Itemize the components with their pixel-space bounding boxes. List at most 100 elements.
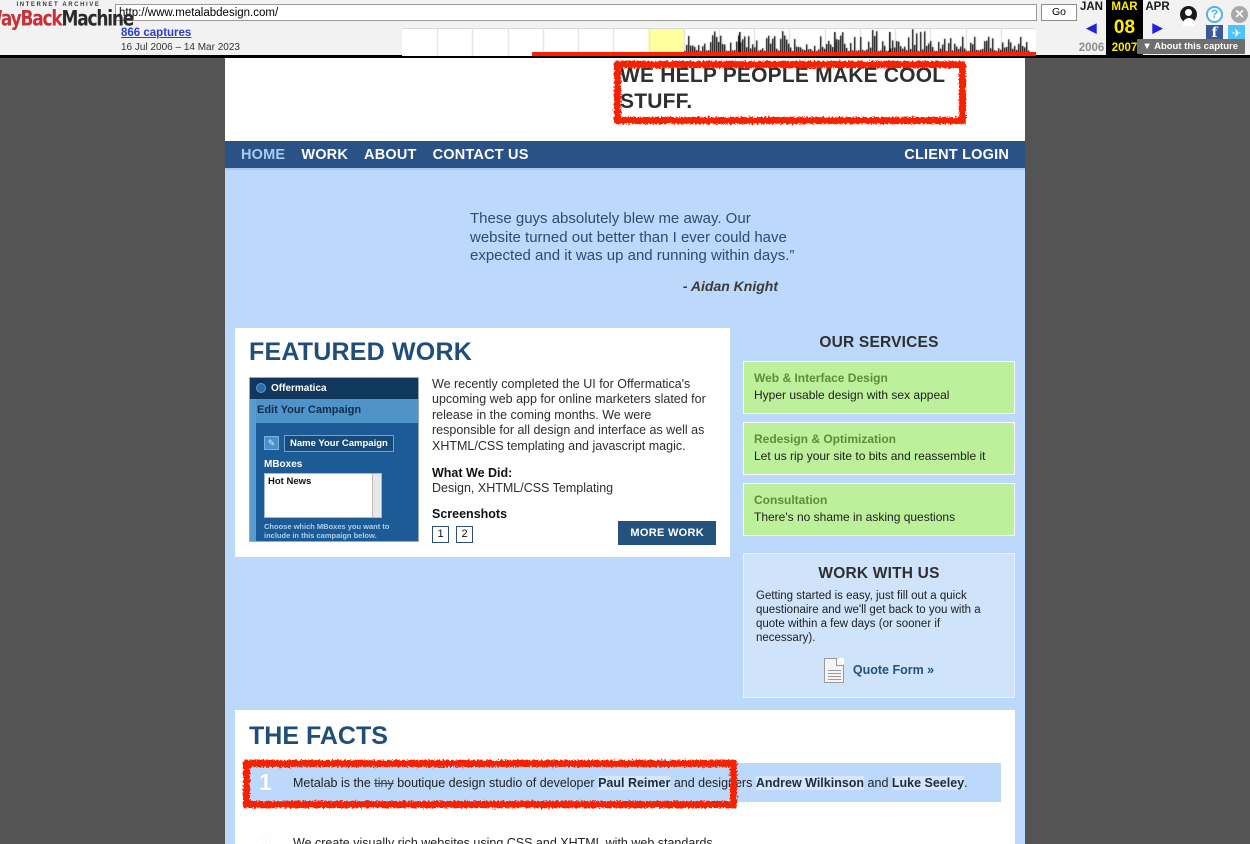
thumb-campaign-field: Name Your Campaign: [284, 434, 394, 452]
hero-section: WE HELP PEOPLE MAKE COOL STUFF.: [225, 58, 1025, 141]
thumb-logo-icon: [256, 383, 266, 393]
quote-form-link-row[interactable]: Quote Form »: [756, 657, 1002, 683]
nav-item-about[interactable]: ABOUT: [364, 147, 417, 163]
fact-text-fragment: Metalab is the: [293, 775, 375, 790]
what-we-did-value: Design, XHTML/CSS Templating: [432, 481, 614, 495]
current-day-label: 08: [1113, 17, 1136, 38]
fact-text-fragment: Paul Reimer: [598, 775, 671, 790]
right-column: OUR SERVICES Web & Interface Design Hype…: [743, 328, 1015, 698]
fact-item: 2 We create visually rich websites using …: [249, 823, 1001, 844]
thumb-form-area: ✎ Name Your Campaign MBoxes Hot News Cho…: [256, 426, 414, 541]
fact-text-fragment: CSS: [506, 835, 533, 844]
account-icon[interactable]: [1180, 6, 1197, 26]
fact-text-fragment: .: [964, 775, 968, 790]
nav-right: CLIENT LOGIN: [904, 146, 1009, 164]
wayback-logo[interactable]: INTERNET ARCHIVE WayBackMachine: [0, 0, 134, 55]
timeline-red-annotation: [532, 52, 1036, 56]
nav-links: HOME WORK ABOUT CONTACT US: [241, 147, 529, 163]
wayback-toolbar: INTERNET ARCHIVE WayBackMachine Go 866 c…: [0, 0, 1250, 58]
fact-text-fragment: Andrew Wilkinson: [755, 775, 865, 790]
fact-text-fragment: Luke Seeley: [891, 775, 965, 790]
help-icon[interactable]: ?: [1206, 6, 1223, 23]
our-services-heading: OUR SERVICES: [819, 333, 939, 351]
screenshot-link-1[interactable]: 1: [432, 526, 449, 543]
prev-year-label: 2006: [1078, 42, 1105, 54]
nav-item-contact-us[interactable]: CONTACT US: [433, 147, 529, 163]
prev-capture-nav[interactable]: JAN ◀ 2006: [1077, 0, 1106, 55]
about-this-capture-button[interactable]: ▼ About this capture: [1137, 39, 1245, 54]
testimonial-author: - Aidan Knight: [682, 277, 778, 294]
featured-work-body: Offermatica Edit Your Campaign ✎ Name Yo…: [249, 376, 716, 543]
thumb-mboxes-label: MBoxes: [264, 458, 303, 470]
wordmark-wayback: WayBack: [0, 6, 63, 32]
go-button[interactable]: Go: [1041, 4, 1077, 21]
fact-text-fragment: and: [864, 775, 892, 790]
url-input[interactable]: [115, 4, 1037, 21]
thumb-titlebar: Offermatica: [250, 377, 418, 399]
nav-item-home[interactable]: HOME: [241, 147, 285, 163]
fact-text-fragment: tiny: [374, 775, 394, 790]
left-column: FEATURED WORK Offermatica Edit Your Camp…: [235, 327, 730, 698]
featured-work-heading: FEATURED WORK: [249, 337, 472, 366]
fact-item: 1 Metalab is the tiny boutique design stu…: [249, 762, 1001, 802]
featured-work-description: We recently completed the UI for Offerma…: [432, 376, 706, 453]
content-columns: FEATURED WORK Offermatica Edit Your Camp…: [225, 327, 1025, 698]
quote-form-link[interactable]: Quote Form »: [853, 663, 934, 677]
current-month-label: MAR: [1111, 1, 1138, 13]
next-arrow-icon[interactable]: ▶: [1153, 21, 1163, 34]
close-icon[interactable]: ✕: [1231, 6, 1248, 23]
service-card-redesign-optimization[interactable]: Redesign & Optimization Let us rip your …: [743, 421, 1015, 475]
about-capture-label: About this capture: [1154, 41, 1238, 52]
work-with-us-heading: WORK WITH US: [818, 564, 940, 582]
main-navigation: HOME WORK ABOUT CONTACT US CLIENT LOGIN: [225, 141, 1025, 170]
fact-text-fragment: with web standards.: [602, 835, 717, 844]
hero-headline: WE HELP PEOPLE MAKE COOL STUFF.: [620, 64, 945, 113]
fact-text: We create visually rich websites using C…: [293, 832, 716, 844]
facts-list: 1 Metalab is the tiny boutique design stu…: [249, 762, 1001, 844]
fact-text-fragment: We create visually rich websites using: [293, 835, 507, 844]
thumb-field-row: ✎ Name Your Campaign: [264, 434, 408, 452]
service-description: Let us rip your site to bits and reassem…: [754, 448, 986, 463]
prev-month-label: JAN: [1079, 1, 1103, 13]
fact-text-fragment: XHTML: [560, 835, 603, 844]
what-we-did-label: What We Did:: [432, 466, 513, 480]
capture-timeline-sparkline[interactable]: [402, 28, 1036, 56]
thumb-left-accent: [250, 398, 256, 541]
screenshots-label: Screenshots: [432, 507, 508, 521]
prev-arrow-icon[interactable]: ◀: [1087, 21, 1097, 34]
service-description: Hyper usable design with sex appeal: [754, 387, 950, 402]
work-with-us-panel: WORK WITH US Getting started is easy, ju…: [743, 552, 1015, 698]
wayback-machine-wordmark: WayBackMachine: [0, 6, 134, 32]
project-screenshot-thumbnail[interactable]: Offermatica Edit Your Campaign ✎ Name Yo…: [249, 376, 419, 542]
page-body: These guys absolutely blew me away. Our …: [225, 170, 1025, 844]
more-work-button[interactable]: MORE WORK: [618, 521, 716, 545]
fact-number: 2: [259, 828, 272, 844]
featured-work-panel: FEATURED WORK Offermatica Edit Your Camp…: [235, 327, 730, 557]
service-title: Redesign & Optimization: [754, 431, 897, 446]
archived-page: WE HELP PEOPLE MAKE COOL STUFF. HOME WOR…: [225, 58, 1025, 844]
screenshot-link-2[interactable]: 2: [456, 526, 473, 543]
the-facts-panel: THE FACTS 1 Metalab is the tiny boutique …: [235, 709, 1015, 844]
service-title: Web & Interface Design: [754, 370, 888, 385]
thumb-brand-label: Offermatica: [271, 382, 327, 394]
service-card-web-interface-design[interactable]: Web & Interface Design Hyper usable desi…: [743, 360, 1015, 414]
thumb-list-item: Hot News: [268, 475, 312, 487]
fact-text-fragment: and: [532, 835, 561, 844]
fact-text-fragment: and designers: [670, 775, 756, 790]
service-card-consultation[interactable]: Consultation There's no shame in asking …: [743, 482, 1015, 536]
service-title: Consultation: [754, 492, 828, 507]
testimonial-quote: These guys absolutely blew me away. Our …: [470, 210, 795, 264]
current-year-label: 2007: [1111, 42, 1138, 54]
pencil-icon: ✎: [264, 436, 279, 450]
about-caret-icon: ▼: [1142, 41, 1152, 52]
fact-text-fragment: boutique design studio of developer: [393, 775, 599, 790]
thumb-mboxes-list: Hot News: [264, 472, 382, 518]
thumb-hint-text: Choose which MBoxes you want to include …: [264, 521, 390, 540]
wordmark-machine: Machine: [61, 6, 134, 32]
testimonial-section: These guys absolutely blew me away. Our …: [225, 170, 1025, 294]
the-facts-heading: THE FACTS: [249, 721, 388, 750]
nav-item-work[interactable]: WORK: [301, 147, 348, 163]
fact-text: Metalab is the tiny boutique design stud…: [293, 772, 968, 793]
client-login-link[interactable]: CLIENT LOGIN: [904, 147, 1009, 163]
next-month-label: APR: [1145, 1, 1170, 13]
